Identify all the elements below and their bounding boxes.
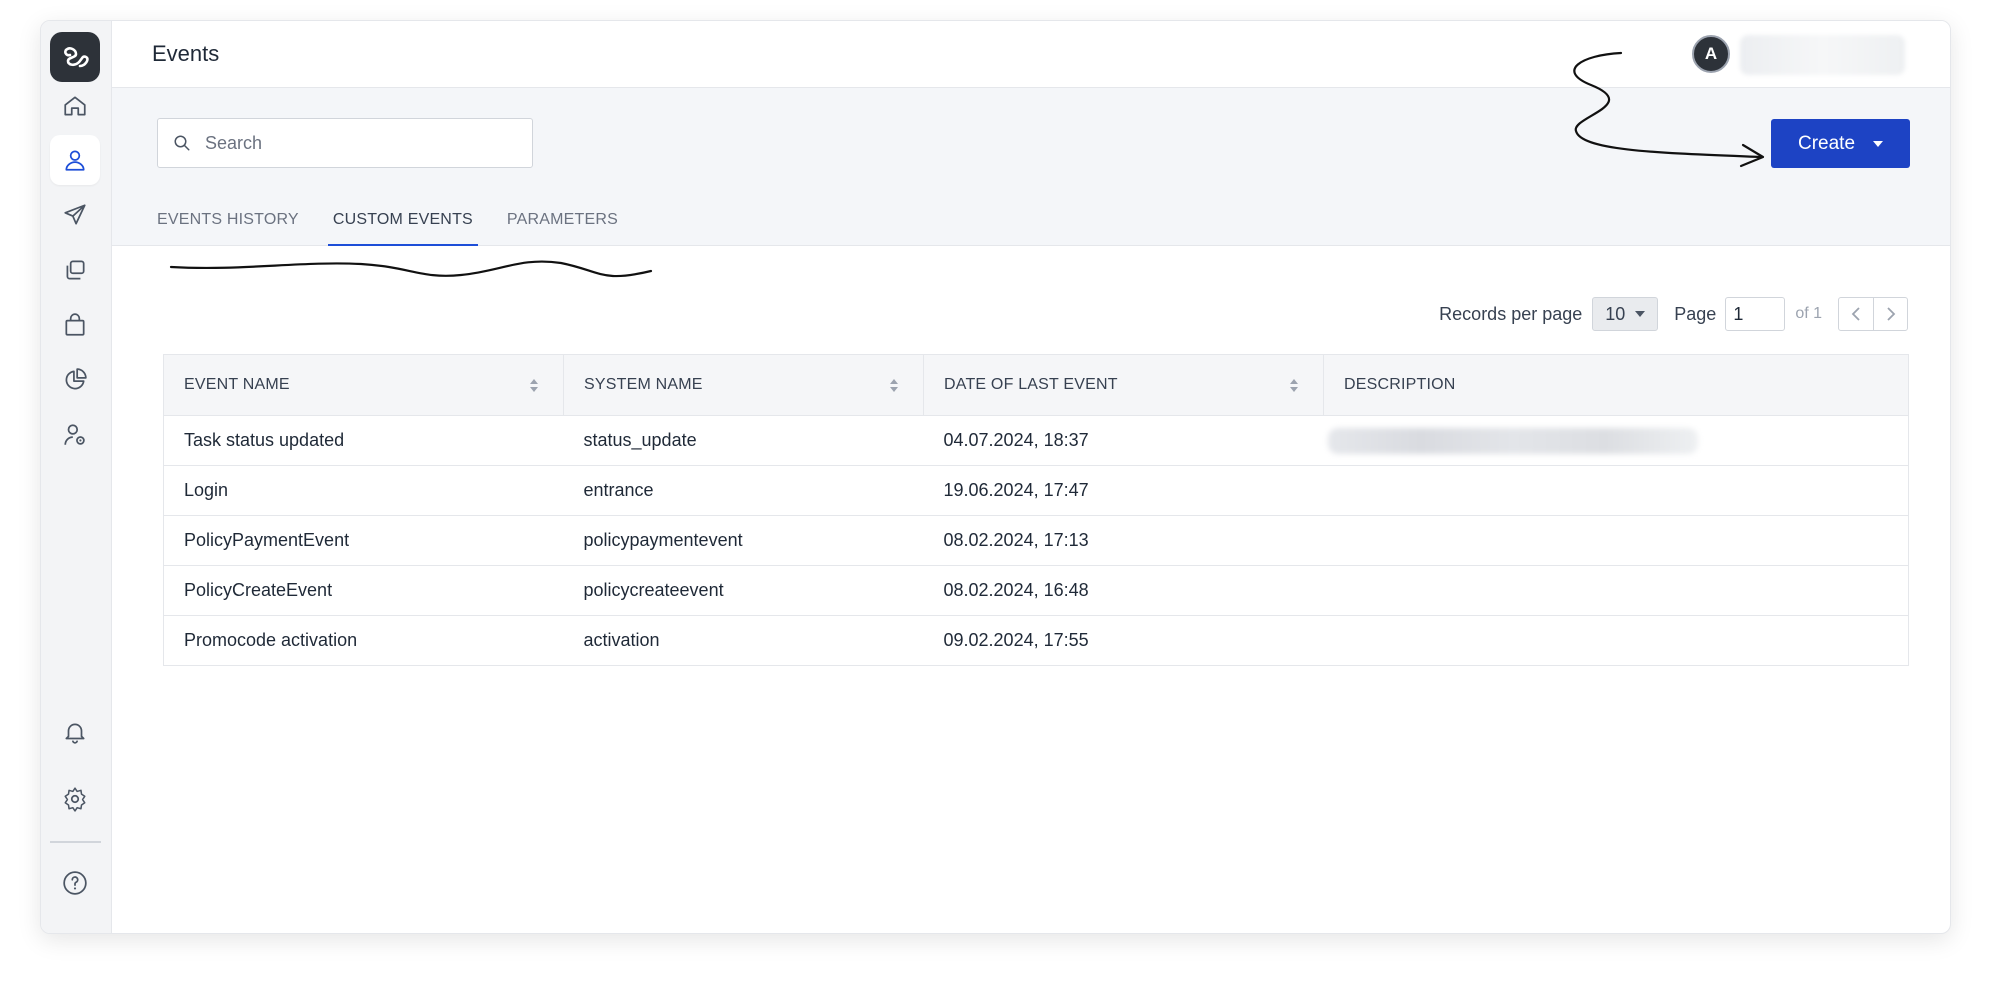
home-icon (64, 96, 86, 116)
page-label: Page (1674, 303, 1717, 324)
nav-home[interactable] (50, 81, 100, 131)
search-input[interactable] (205, 132, 505, 154)
chevron-down-icon (1873, 140, 1884, 147)
chevron-down-icon (1635, 311, 1646, 317)
create-button[interactable]: Create (1771, 119, 1910, 168)
column-header-date[interactable]: DATE OF LAST EVENT (923, 354, 1324, 416)
page-number-input[interactable] (1725, 297, 1786, 331)
tab-parameters[interactable]: PARAMETERS (502, 206, 623, 246)
column-header-event-name[interactable]: EVENT NAME (163, 354, 564, 416)
description-redacted (1327, 427, 1698, 454)
pie-chart-icon (65, 368, 87, 390)
tabs: EVENTS HISTORY CUSTOM EVENTS PARAMETERS (152, 206, 647, 246)
event-name-cell: PolicyCreateEvent (163, 565, 564, 616)
description-cell (1323, 515, 1909, 566)
event-name-cell: PolicyPaymentEvent (163, 515, 564, 566)
event-name-cell: Task status updated (163, 415, 564, 466)
app-logo[interactable] (50, 32, 100, 82)
send-icon (64, 204, 86, 225)
logo-icon (64, 47, 89, 68)
table-row[interactable]: Promocode activation activation 09.02.20… (163, 615, 1909, 666)
nav-notifications[interactable] (50, 707, 100, 757)
app-window: Events A Create EVENTS HISTORY CUSTOM EV… (40, 20, 1951, 934)
tab-underline-scribble (169, 260, 653, 278)
table-row[interactable]: PolicyCreateEvent policycreateevent 08.0… (163, 565, 1909, 616)
date-cell: 19.06.2024, 17:47 (923, 465, 1324, 516)
table-row[interactable]: Login entrance 19.06.2024, 17:47 (163, 465, 1909, 516)
toolbar-area: Create EVENTS HISTORY CUSTOM EVENTS PARA… (112, 88, 1950, 246)
user-icon (65, 150, 85, 171)
date-cell: 08.02.2024, 16:48 (923, 565, 1324, 616)
sort-icon (530, 379, 538, 392)
date-cell: 04.07.2024, 18:37 (923, 415, 1324, 466)
nav-user-settings[interactable] (50, 410, 100, 460)
nav-users[interactable] (50, 135, 100, 185)
description-cell (1323, 465, 1909, 516)
nav-settings[interactable] (50, 774, 100, 824)
pagination-bar: Records per page 10 Page of 1 (1439, 297, 1908, 331)
chevron-left-icon (1851, 307, 1860, 321)
column-header-label: DESCRIPTION (1344, 376, 1456, 393)
event-name-cell: Promocode activation (163, 615, 564, 666)
nav-analytics[interactable] (50, 355, 100, 405)
date-cell: 08.02.2024, 17:13 (923, 515, 1324, 566)
tab-custom-events[interactable]: CUSTOM EVENTS (327, 206, 478, 246)
sidebar-divider (50, 841, 101, 843)
nav-help[interactable] (50, 858, 100, 908)
sidebar (41, 21, 112, 933)
top-header: Events A (112, 21, 1950, 88)
user-name-redacted (1740, 35, 1905, 75)
column-header-label: EVENT NAME (184, 376, 290, 393)
next-page-button[interactable] (1873, 298, 1907, 330)
records-per-page-label: Records per page (1439, 303, 1583, 324)
column-header-system-name[interactable]: SYSTEM NAME (563, 354, 924, 416)
bag-icon (65, 313, 85, 336)
page-title: Events (152, 41, 220, 66)
description-cell (1323, 565, 1909, 616)
system-name-cell: entrance (563, 465, 924, 516)
gear-icon (64, 787, 86, 812)
description-cell (1323, 415, 1909, 466)
records-per-page-value: 10 (1605, 303, 1626, 324)
copy-icon (66, 260, 85, 280)
sort-icon (890, 379, 898, 392)
table-row[interactable]: PolicyPaymentEvent policypaymentevent 08… (163, 515, 1909, 566)
nav-products[interactable] (50, 300, 100, 350)
sort-icon (1290, 379, 1298, 392)
table-header-row: EVENT NAME SYSTEM NAME DATE OF LAST EVEN… (163, 354, 1909, 416)
search-box[interactable] (157, 118, 533, 168)
system-name-cell: status_update (563, 415, 924, 466)
column-header-description: DESCRIPTION (1323, 354, 1909, 416)
prev-page-button[interactable] (1839, 298, 1873, 330)
system-name-cell: policypaymentevent (563, 515, 924, 566)
user-settings-icon (64, 424, 85, 445)
column-header-label: SYSTEM NAME (584, 376, 703, 393)
event-name-cell: Login (163, 465, 564, 516)
nav-templates[interactable] (50, 245, 100, 295)
system-name-cell: activation (563, 615, 924, 666)
system-name-cell: policycreateevent (563, 565, 924, 616)
search-icon (174, 135, 190, 151)
pager (1838, 297, 1908, 331)
nav-campaigns[interactable] (50, 190, 100, 240)
page-total-label: of 1 (1795, 305, 1822, 322)
avatar[interactable]: A (1692, 35, 1730, 73)
tab-events-history[interactable]: EVENTS HISTORY (152, 206, 304, 246)
events-table: EVENT NAME SYSTEM NAME DATE OF LAST EVEN… (163, 354, 1909, 666)
help-icon (63, 871, 87, 895)
create-button-label: Create (1797, 132, 1856, 154)
bell-icon (65, 723, 85, 744)
description-cell (1323, 615, 1909, 666)
date-cell: 09.02.2024, 17:55 (923, 615, 1324, 666)
column-header-label: DATE OF LAST EVENT (944, 376, 1118, 393)
chevron-right-icon (1886, 307, 1895, 321)
table-row[interactable]: Task status updated status_update 04.07.… (163, 415, 1909, 466)
records-per-page-select[interactable]: 10 (1592, 297, 1659, 331)
